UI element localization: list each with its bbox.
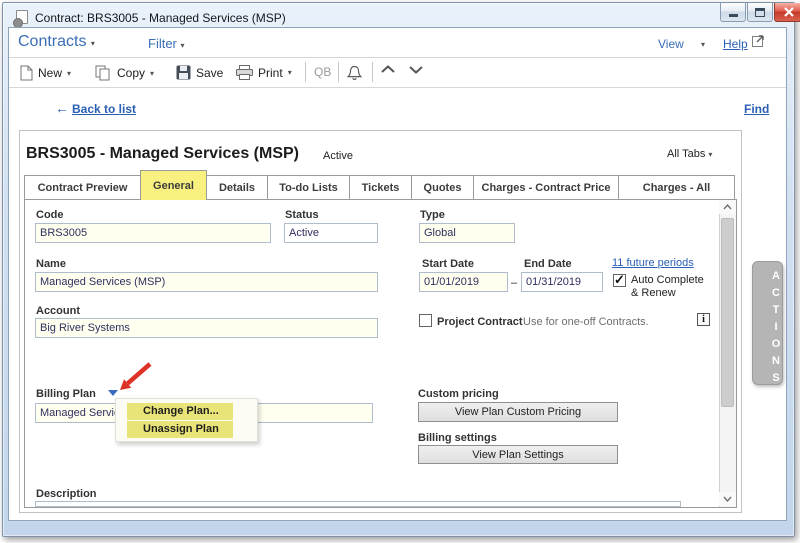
close-button[interactable] [774, 3, 800, 22]
menu-item-change-plan[interactable]: Change Plan... [127, 403, 233, 420]
start-date-label: Start Date [422, 258, 474, 270]
print-icon [236, 65, 253, 80]
view-plan-settings-button[interactable]: View Plan Settings [418, 445, 618, 464]
new-document-icon [20, 65, 33, 81]
help-link[interactable]: Help [723, 37, 748, 51]
auto-complete-label-line1: Auto Complete [631, 274, 704, 286]
application-window: Contract: BRS3005 - Managed Services (MS… [0, 0, 800, 543]
copy-icon [95, 65, 112, 81]
description-label: Description [36, 488, 97, 500]
save-icon [176, 65, 191, 80]
type-input[interactable] [419, 223, 515, 243]
account-label: Account [36, 305, 80, 317]
toolbar-top-border [9, 57, 786, 58]
actions-side-tab[interactable]: ACTIONS [752, 261, 783, 385]
scroll-down-button[interactable] [719, 492, 736, 506]
tab-charges-all[interactable]: Charges - All [618, 175, 735, 200]
chevron-down-icon: ▾ [91, 39, 95, 48]
maximize-button[interactable] [747, 3, 773, 22]
menu-item-unassign-plan[interactable]: Unassign Plan [127, 421, 233, 438]
auto-complete-checkbox[interactable] [613, 274, 626, 287]
bell-icon [347, 65, 362, 82]
end-date-label: End Date [524, 258, 572, 270]
copy-button[interactable]: Copy▾ [95, 65, 154, 81]
find-link[interactable]: Find [744, 102, 769, 116]
page-title: BRS3005 - Managed Services (MSP) [26, 145, 299, 163]
chevron-down-icon: ▾ [288, 68, 292, 77]
view-plan-custom-pricing-button[interactable]: View Plan Custom Pricing [418, 402, 618, 422]
tab-charges-contract-price[interactable]: Charges - Contract Price [473, 175, 619, 200]
window-title: Contract: BRS3005 - Managed Services (MS… [35, 11, 286, 25]
chevron-down-icon [409, 65, 423, 74]
code-label: Code [36, 209, 64, 221]
name-label: Name [36, 258, 66, 270]
close-icon [784, 7, 794, 17]
view-chevron-down-icon[interactable]: ▾ [701, 40, 705, 49]
back-arrow-icon: ← [55, 100, 69, 116]
start-date-input[interactable] [419, 272, 508, 292]
toolbar-separator [305, 62, 306, 82]
status-input[interactable] [284, 223, 378, 243]
chevron-down-icon: ▾ [150, 69, 154, 78]
previous-record-button[interactable] [381, 65, 395, 74]
toolbar-separator [338, 62, 339, 82]
save-button[interactable]: Save [176, 65, 223, 80]
name-input[interactable] [35, 272, 378, 292]
tab-content-panel [24, 199, 737, 508]
tab-tickets[interactable]: Tickets [349, 175, 412, 200]
vertical-scrollbar-thumb[interactable] [721, 218, 734, 407]
project-contract-label: Project Contract [437, 316, 523, 328]
account-input[interactable] [35, 318, 378, 338]
window-app-icon [16, 10, 28, 24]
date-range-separator: – [511, 277, 517, 289]
tab-general[interactable]: General [140, 170, 207, 200]
new-button[interactable]: New▾ [20, 65, 71, 81]
annotation-arrow-icon [110, 359, 156, 397]
chevron-up-icon [381, 65, 395, 74]
project-contract-checkbox[interactable] [419, 314, 432, 327]
billing-plan-label: Billing Plan [36, 388, 96, 400]
contracts-menu[interactable]: Contracts ▾ [18, 33, 95, 51]
chevron-down-icon: ▾ [67, 69, 71, 78]
description-input[interactable] [35, 501, 681, 507]
print-button[interactable]: Print▾ [236, 65, 292, 80]
all-tabs-dropdown[interactable]: All Tabs ▾ [667, 148, 712, 160]
tab-quotes[interactable]: Quotes [411, 175, 474, 200]
future-periods-link[interactable]: 11 future periods [612, 257, 694, 269]
chevron-down-icon [723, 496, 732, 502]
project-contract-hint: Use for one-off Contracts. [523, 316, 649, 328]
filter-menu[interactable]: Filter ▾ [148, 36, 185, 51]
open-new-window-icon[interactable] [751, 33, 766, 48]
info-icon[interactable]: i [697, 313, 710, 326]
minimize-button[interactable] [720, 3, 746, 22]
chevron-down-icon: ▾ [708, 150, 712, 159]
next-record-button[interactable] [409, 65, 423, 74]
type-label: Type [420, 209, 445, 221]
chevron-down-icon: ▾ [181, 41, 185, 50]
tab-contract-preview[interactable]: Contract Preview [24, 175, 141, 200]
view-menu[interactable]: View [658, 37, 684, 51]
billing-settings-label: Billing settings [418, 432, 497, 444]
tab-todo-lists[interactable]: To-do Lists [267, 175, 350, 200]
code-input[interactable] [35, 223, 271, 243]
custom-pricing-label: Custom pricing [418, 388, 499, 400]
back-to-list-link[interactable]: Back to list [72, 102, 136, 116]
tab-details[interactable]: Details [206, 175, 268, 200]
scroll-up-button[interactable] [719, 200, 736, 214]
auto-complete-label-line2: & Renew [631, 287, 676, 299]
chevron-up-icon [723, 204, 732, 210]
qb-button[interactable]: QB [314, 65, 331, 79]
notifications-button[interactable] [347, 65, 362, 82]
minimize-icon [729, 14, 738, 17]
billing-plan-context-menu: Change Plan... Unassign Plan [115, 398, 258, 442]
toolbar-bottom-border [9, 87, 786, 88]
end-date-input[interactable] [521, 272, 603, 292]
toolbar-separator [372, 62, 373, 82]
status-label: Status [285, 209, 319, 221]
maximize-icon [755, 8, 765, 17]
contract-status-text: Active [323, 150, 353, 162]
